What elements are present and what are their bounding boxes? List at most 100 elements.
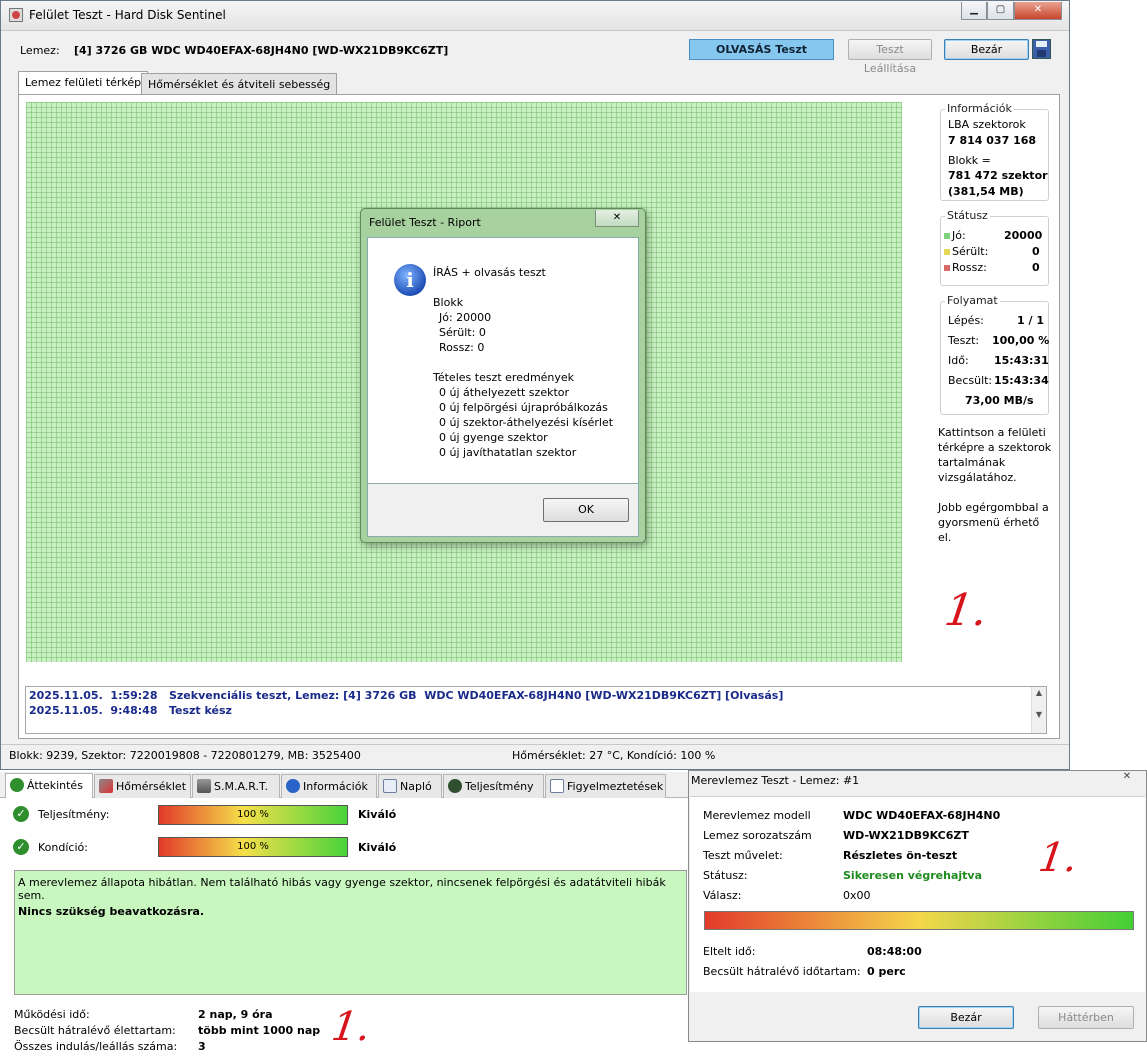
- damaged-legend-icon: [944, 249, 950, 255]
- lba-label: LBA szektorok: [948, 118, 1026, 131]
- self-test-close-icon[interactable]: ✕: [1116, 771, 1138, 785]
- step-value: 1 / 1: [1017, 314, 1044, 327]
- info-icon: i: [394, 264, 426, 296]
- report-good: Jó: 20000: [439, 311, 492, 324]
- tab-label: Figyelmeztetések: [567, 780, 664, 793]
- tab-surface-map[interactable]: Lemez felületi térkép: [18, 71, 149, 95]
- serial-label: Lemez sorozatszám: [703, 829, 812, 842]
- lba-value: 7 814 037 168: [948, 134, 1037, 147]
- bad-legend-icon: [944, 265, 950, 271]
- disk-value: [4] 3726 GB WDC WD40EFAX-68JH4N0 [WD-WX2…: [74, 44, 449, 57]
- report-result-item: 0 új szektor-áthelyezési kísérlet: [439, 416, 614, 429]
- alerts-icon: [550, 779, 564, 793]
- operation-label: Teszt művelet:: [703, 849, 783, 862]
- uptime-value: 2 nap, 9 óra: [198, 1008, 273, 1021]
- report-result-item: 0 új gyenge szektor: [439, 431, 548, 444]
- info-title: Információk: [945, 102, 1014, 115]
- statusbar-block-info: Blokk: 9239, Szektor: 7220019808 - 72208…: [9, 749, 361, 762]
- damaged-value: 0: [1032, 245, 1040, 258]
- log-line: 2025.11.05. 1:59:28 Szekvenciális teszt,…: [29, 689, 784, 702]
- tab-performance[interactable]: Teljesítmény: [443, 774, 544, 798]
- progress-title: Folyamat: [945, 294, 1000, 307]
- smart-icon: [197, 779, 211, 793]
- block-label: Blokk =: [948, 154, 991, 167]
- app-icon: [9, 8, 23, 22]
- background-button[interactable]: Háttérben: [1038, 1006, 1134, 1029]
- tab-label: Információk: [303, 780, 368, 793]
- window-title: Felület Teszt - Hard Disk Sentinel: [29, 8, 226, 22]
- maximize-icon[interactable]: ▢: [987, 2, 1014, 20]
- health-message: A merevlemez állapota hibátlan. Nem talá…: [18, 876, 666, 902]
- tab-information[interactable]: Információk: [281, 774, 377, 798]
- performance-check-icon: ✓: [13, 806, 29, 822]
- hint-text-2: Jobb egérgombbal a gyorsmenü érhető el.: [938, 501, 1049, 544]
- stop-test-button[interactable]: Teszt Leállítása: [848, 39, 932, 75]
- log-box[interactable]: 2025.11.05. 1:59:28 Szekvenciális teszt,…: [25, 686, 1047, 734]
- tab-alerts[interactable]: Figyelmeztetések: [545, 774, 666, 798]
- speed-value: 73,00 MB/s: [965, 394, 1034, 407]
- annotation-mark: 1.: [941, 585, 991, 636]
- condition-rating: Kiváló: [358, 841, 397, 854]
- status-title: Státusz: [945, 209, 990, 222]
- tab-label: Napló: [400, 780, 432, 793]
- self-test-close-button[interactable]: Bezár: [918, 1006, 1014, 1029]
- report-footer: OK: [367, 484, 639, 537]
- report-close-icon[interactable]: ✕: [595, 210, 639, 227]
- report-title: Felület Teszt - Riport: [369, 216, 481, 229]
- health-message-box: A merevlemez állapota hibátlan. Nem talá…: [14, 870, 687, 995]
- elapsed-label: Eltelt idő:: [703, 945, 756, 958]
- est-label: Becsült:: [948, 374, 993, 387]
- self-test-title: Merevlemez Teszt - Lemez: #1: [691, 774, 860, 787]
- report-body: i ÍRÁS + olvasás teszt Blokk Jó: 20000 S…: [367, 237, 639, 484]
- self-test-body: Merevlemez modell WDC WD40EFAX-68JH4N0 L…: [690, 796, 1145, 992]
- time-label: Idő:: [948, 354, 969, 367]
- good-value: 20000: [1004, 229, 1043, 242]
- time-value: 15:43:31: [994, 354, 1049, 367]
- close-button[interactable]: Bezár: [944, 39, 1029, 60]
- tab-log[interactable]: Napló: [378, 774, 442, 798]
- disk-label: Lemez:: [20, 44, 60, 57]
- block-size: (381,54 MB): [948, 185, 1024, 198]
- save-icon[interactable]: [1032, 39, 1051, 59]
- good-legend-icon: [944, 233, 950, 239]
- health-message-bold: Nincs szükség beavatkozásra.: [18, 905, 205, 918]
- self-test-status-value: Sikeresen végrehajtva: [843, 869, 982, 882]
- report-results-title: Tételes teszt eredmények: [433, 371, 575, 384]
- tab-smart[interactable]: S.M.A.R.T.: [192, 774, 280, 798]
- model-label: Merevlemez modell: [703, 809, 811, 822]
- est-value: 15:43:34: [994, 374, 1049, 387]
- tab-temperature[interactable]: Hőmérséklet: [94, 774, 191, 798]
- damaged-label: Sérült:: [952, 245, 989, 258]
- operation-value: Részletes ön-teszt: [843, 849, 958, 862]
- annotation-mark: 1.: [328, 1004, 374, 1050]
- tab-overview[interactable]: Áttekintés: [5, 773, 93, 798]
- report-result-item: 0 új javíthatatlan szektor: [439, 446, 577, 459]
- self-test-progress-bar: [704, 911, 1134, 930]
- thermometer-icon: [99, 779, 113, 793]
- condition-check-icon: ✓: [13, 839, 29, 855]
- condition-label: Kondíció:: [38, 841, 88, 854]
- hint-text-1: Kattintson a felületi térképre a szektor…: [938, 426, 1052, 484]
- startstop-label: Összes indulás/leállás száma:: [14, 1040, 178, 1053]
- serial-value: WD-WX21DB9KC6ZT: [843, 829, 969, 842]
- tab-label: Áttekintés: [27, 779, 83, 792]
- performance-bar: 100 %: [158, 805, 348, 825]
- log-scrollbar[interactable]: ▲ ▼: [1031, 687, 1046, 733]
- close-icon[interactable]: ✕: [1014, 2, 1062, 20]
- test-value: 100,00 %: [992, 334, 1050, 347]
- title-bar[interactable]: Felület Teszt - Hard Disk Sentinel ▁ ▢ ✕: [1, 1, 1069, 31]
- model-value: WDC WD40EFAX-68JH4N0: [843, 809, 1001, 822]
- block-value: 781 472 szektor: [948, 169, 1048, 182]
- minimize-icon[interactable]: ▁: [961, 2, 987, 20]
- tab-temperature-speed[interactable]: Hőmérséklet és átviteli sebesség: [141, 73, 338, 95]
- log-icon: [383, 779, 397, 793]
- statusbar-temp-condition: Hőmérséklet: 27 °C, Kondíció: 100 %: [512, 749, 716, 762]
- ok-button[interactable]: OK: [543, 498, 629, 522]
- report-result-item: 0 új áthelyezett szektor: [439, 386, 570, 399]
- tab-label: Teljesítmény: [465, 780, 534, 793]
- log-line: 2025.11.05. 9:48:48 Teszt kész: [29, 704, 232, 717]
- info-small-icon: [286, 779, 300, 793]
- gauge-icon: [448, 779, 462, 793]
- annotation-mark: 1.: [1035, 835, 1081, 881]
- condition-bar: 100 %: [158, 837, 348, 857]
